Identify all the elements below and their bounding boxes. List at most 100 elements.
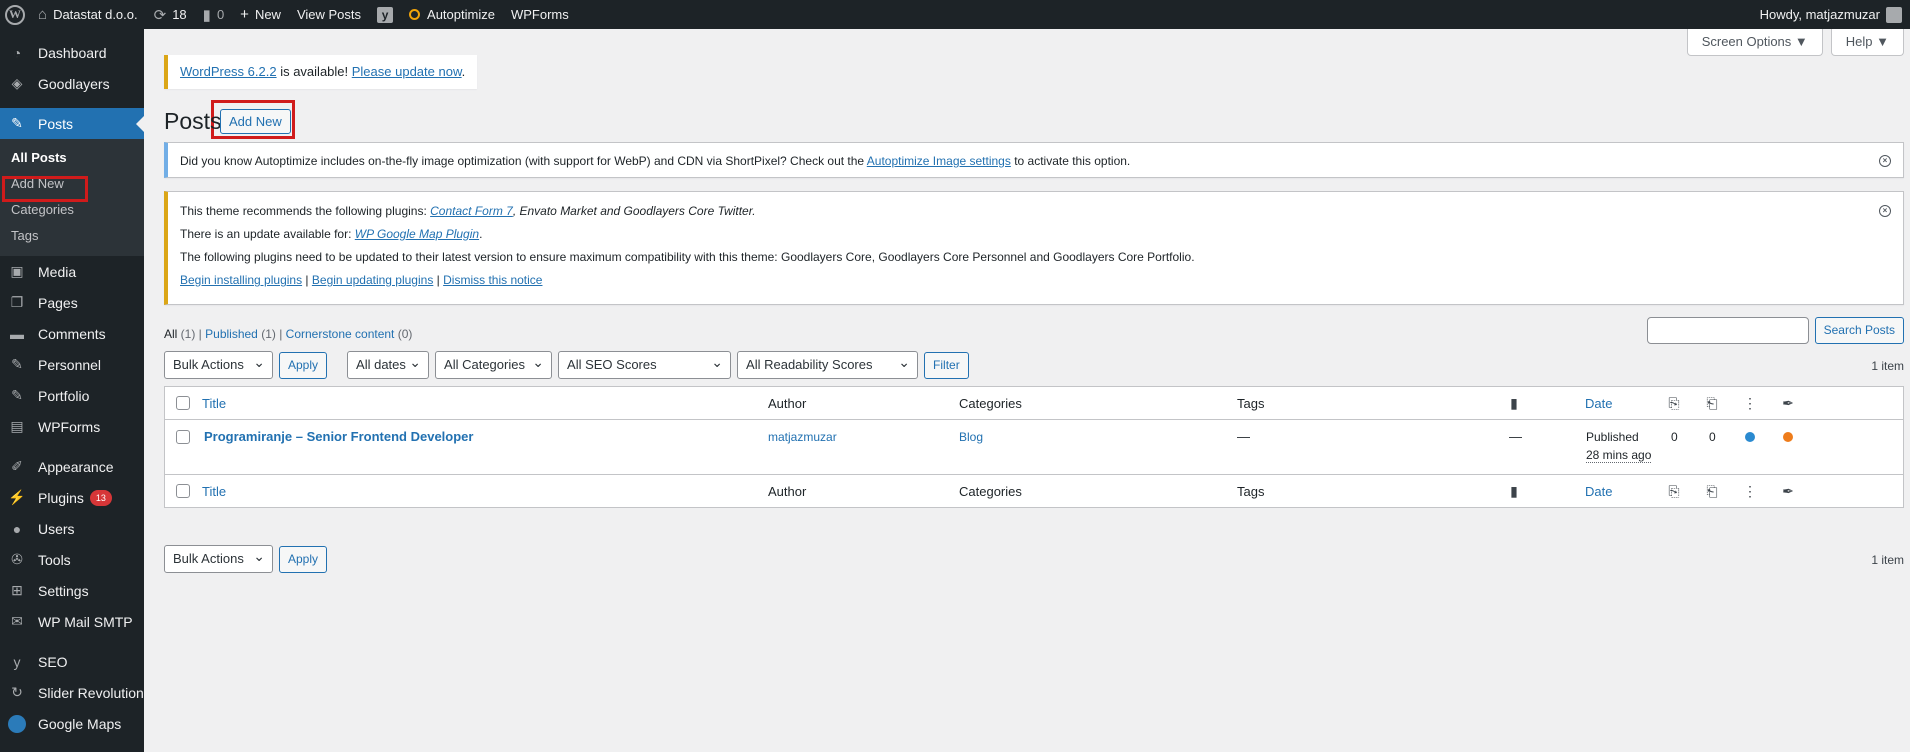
- items-count-bottom: 1 item: [1871, 553, 1904, 567]
- view-posts-link[interactable]: View Posts: [289, 0, 369, 29]
- search-input[interactable]: [1646, 317, 1809, 344]
- column-title-footer[interactable]: Title: [202, 484, 226, 499]
- sidebar-item-settings[interactable]: ⊞ Settings: [0, 575, 144, 606]
- outgoing-links-icon: ⎘: [1668, 483, 1680, 499]
- dismiss-icon[interactable]: ×: [1879, 155, 1891, 167]
- sidebar-item-portfolio[interactable]: ✎ Portfolio: [0, 380, 144, 411]
- column-date-footer[interactable]: Date: [1585, 484, 1612, 499]
- dashboard-icon: ◔: [12, 44, 22, 61]
- autoptimize-status-icon: [409, 9, 421, 20]
- view-published[interactable]: Published: [205, 327, 258, 341]
- separator: |: [195, 327, 206, 341]
- sidebar-item-label: Tools: [38, 551, 71, 568]
- column-tags: Tags: [1237, 396, 1265, 411]
- sidebar-item-appearance[interactable]: ✐ Appearance: [0, 451, 144, 482]
- sidebar-item-label: Users: [38, 520, 75, 537]
- mail-icon: ✉: [11, 613, 23, 629]
- add-new-button[interactable]: Add New: [220, 109, 291, 134]
- sidebar-item-label: Posts: [38, 115, 74, 132]
- sidebar-item-dashboard[interactable]: ◔ Dashboard: [0, 37, 144, 68]
- wordpress-logo-menu[interactable]: W: [0, 0, 30, 29]
- sidebar-item-goodlayers[interactable]: ◈ Goodlayers: [0, 68, 144, 99]
- sidebar-item-tools[interactable]: ✇ Tools: [0, 544, 144, 575]
- view-cornerstone[interactable]: Cornerstone content: [286, 327, 395, 341]
- site-name-menu[interactable]: ⌂ Datastat d.o.o.: [30, 0, 146, 29]
- sidebar-item-slider-revolution[interactable]: ↻ Slider Revolution: [0, 677, 144, 708]
- help-button[interactable]: Help ▼: [1830, 29, 1904, 56]
- sidebar-item-posts[interactable]: ✎ Posts: [0, 108, 144, 139]
- user-account-menu[interactable]: Howdy, matjazmuzar: [1752, 0, 1910, 29]
- submenu-all-posts[interactable]: All Posts: [0, 145, 144, 171]
- table-row: Programiranje – Senior Frontend Develope…: [165, 420, 1903, 474]
- contact-form-7-link[interactable]: Contact Form 7: [430, 204, 513, 218]
- comments-menu[interactable]: ▮ 0: [195, 0, 233, 29]
- bulk-actions-select[interactable]: Bulk Actions: [164, 349, 273, 379]
- post-category-link[interactable]: Blog: [959, 430, 983, 444]
- admin-sidebar: ◔ Dashboard ◈ Goodlayers ✎ Posts All Posts …: [0, 29, 144, 752]
- category-filter-select[interactable]: All Categories: [435, 349, 553, 379]
- new-label: New: [254, 7, 281, 22]
- select-all-checkbox[interactable]: [176, 396, 190, 410]
- select-all-checkbox-footer[interactable]: [176, 484, 190, 498]
- begin-installing-plugins-link[interactable]: Begin installing plugins: [180, 273, 302, 287]
- column-date[interactable]: Date: [1585, 396, 1612, 411]
- submenu-tags[interactable]: Tags: [0, 223, 144, 249]
- admin-bar: W ⌂ Datastat d.o.o. ⟳ 18 ▮ 0 + New View Post…: [0, 0, 1910, 29]
- updates-menu[interactable]: ⟳ 18: [146, 0, 195, 29]
- sidebar-item-wpforms[interactable]: ▤ WPForms: [0, 411, 144, 442]
- sidebar-item-seo[interactable]: y SEO: [0, 646, 144, 677]
- posts-table: Title Author Categories Tags ▮ Date ⎘ ⎗ …: [164, 386, 1904, 508]
- yoast-seo-menu[interactable]: y: [369, 0, 401, 29]
- post-author-link[interactable]: matjazmuzar: [768, 430, 837, 444]
- apply-button[interactable]: Apply: [279, 351, 328, 379]
- yoast-icon: y: [13, 653, 21, 670]
- date-filter-select[interactable]: All dates: [347, 349, 430, 379]
- new-content-menu[interactable]: + New: [232, 0, 289, 29]
- sidebar-item-label: Dashboard: [38, 44, 107, 61]
- sidebar-item-wp-mail-smtp[interactable]: ✉ WP Mail SMTP: [0, 606, 144, 637]
- post-title-link[interactable]: Programiranje – Senior Frontend Develope…: [204, 429, 473, 444]
- sidebar-item-pages[interactable]: ❐ Pages: [0, 287, 144, 318]
- wpforms-menu[interactable]: WPForms: [503, 0, 577, 29]
- bulk-actions-select-bottom[interactable]: Bulk Actions: [164, 543, 273, 573]
- page-title: Posts: [164, 108, 222, 134]
- comment-column-icon[interactable]: ▮: [1505, 482, 1523, 500]
- users-icon: ●: [12, 520, 22, 537]
- wp-google-map-plugin-link[interactable]: WP Google Map Plugin: [355, 227, 479, 241]
- plus-icon: +: [240, 6, 249, 23]
- seo-score-filter-select[interactable]: All SEO Scores: [558, 349, 732, 379]
- sidebar-item-label: Goodlayers: [38, 75, 110, 92]
- sidebar-item-comments[interactable]: ▬ Comments: [0, 318, 144, 349]
- comment-column-icon[interactable]: ▮: [1505, 394, 1523, 412]
- sidebar-item-plugins[interactable]: ⚡ Plugins 13: [0, 482, 144, 513]
- tablenav-top: Bulk Actions Apply All dates All Categor…: [164, 349, 969, 379]
- sidebar-item-personnel[interactable]: ✎ Personnel: [0, 349, 144, 380]
- dismiss-icon[interactable]: ×: [1879, 205, 1891, 217]
- filter-button[interactable]: Filter: [924, 351, 969, 379]
- sidebar-item-media[interactable]: ▣ Media: [0, 256, 144, 287]
- readability-filter-select[interactable]: All Readability Scores: [737, 349, 919, 379]
- autoptimize-image-settings-link[interactable]: Autoptimize Image settings: [867, 154, 1011, 168]
- items-count: 1 item: [1871, 359, 1904, 373]
- sidebar-item-users[interactable]: ● Users: [0, 513, 144, 544]
- row-checkbox[interactable]: [176, 430, 190, 444]
- screen-options-button[interactable]: Screen Options ▼: [1686, 29, 1823, 56]
- table-header-row: Title Author Categories Tags ▮ Date ⎘ ⎗ …: [165, 387, 1903, 420]
- notice-line-recommends: This theme recommends the following plug…: [180, 204, 1891, 219]
- notice-line-update: There is an update available for: WP Goo…: [180, 227, 1891, 242]
- notice-line-text-end: , Envato Market and Goodlayers Core Twit…: [512, 204, 756, 218]
- wordpress-version-link[interactable]: WordPress 6.2.2: [180, 64, 277, 79]
- sidebar-item-label: Personnel: [38, 356, 102, 373]
- search-posts-button[interactable]: Search Posts: [1814, 317, 1904, 344]
- begin-updating-plugins-link[interactable]: Begin updating plugins: [312, 273, 433, 287]
- apply-button-bottom[interactable]: Apply: [279, 545, 328, 573]
- post-status-views: All (1) | Published (1) | Cornerstone co…: [164, 327, 412, 341]
- column-title[interactable]: Title: [202, 396, 226, 411]
- dismiss-this-notice-link[interactable]: Dismiss this notice: [443, 273, 542, 287]
- please-update-link[interactable]: Please update now: [352, 64, 462, 79]
- readability-score-icon: ✒: [1782, 483, 1794, 499]
- view-all[interactable]: All: [164, 327, 177, 341]
- sidebar-item-google-maps[interactable]: Google Maps: [0, 708, 144, 739]
- table-footer-row: Title Author Categories Tags ▮ Date ⎘ ⎗ …: [165, 474, 1903, 507]
- autoptimize-menu[interactable]: Autoptimize: [401, 0, 503, 29]
